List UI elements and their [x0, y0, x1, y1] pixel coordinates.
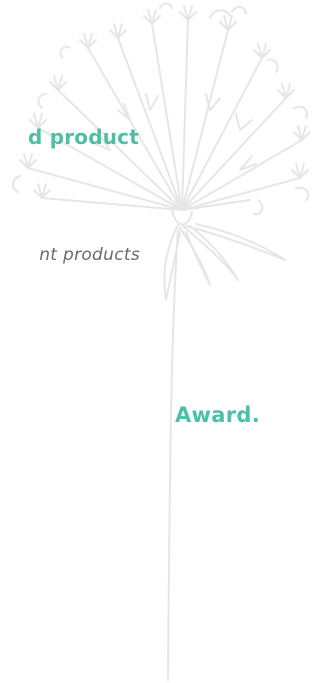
seed-curl [293, 105, 308, 119]
seed-tuft [253, 43, 271, 59]
award-label: Award. [175, 403, 260, 427]
dandelion-illustration [12, 2, 311, 681]
seed-curl [295, 186, 310, 201]
flower-leaf-far-right [185, 223, 286, 261]
seed-curl [253, 199, 264, 216]
seed-branch [145, 93, 159, 111]
seed-tuft [277, 83, 295, 99]
seed-tuft [79, 33, 97, 49]
flower-ray [181, 19, 189, 211]
subtitle-fragment: nt products [39, 245, 140, 265]
seed-tuft [143, 9, 161, 25]
flower-ray [57, 89, 183, 211]
seed-curl [209, 9, 231, 19]
seed-curl [267, 58, 279, 73]
seed-tuft [293, 125, 311, 141]
flower-leaf-mid [179, 227, 211, 286]
flower-leaf-right [181, 224, 239, 281]
seed-curl [159, 2, 173, 9]
seed-branch [239, 155, 257, 171]
seed-tuft [219, 15, 237, 31]
headline-fragment: d product [28, 125, 139, 149]
seed-curl [37, 93, 47, 109]
seed-tuft [109, 23, 127, 39]
flower-hub [171, 209, 193, 226]
flower-ray [41, 197, 183, 211]
flower-ray [117, 37, 183, 211]
seed-tuft [19, 153, 37, 169]
flower-stem [167, 229, 179, 681]
seed-branch [235, 113, 253, 131]
flower-ray [181, 199, 251, 211]
flower-ray [181, 57, 263, 211]
flower-ray [181, 29, 229, 211]
seed-branch [205, 93, 221, 111]
flower-leaf-left [163, 224, 181, 301]
seed-curl [12, 175, 21, 193]
seed-branch [117, 103, 131, 121]
flower-ray [181, 97, 287, 211]
flower-ray [181, 139, 303, 211]
flower-ray [27, 167, 183, 211]
seed-tuft [179, 5, 197, 21]
flower-ray [181, 177, 301, 211]
seed-tuft [49, 75, 67, 91]
seed-curl [59, 45, 71, 59]
flower-ray [151, 23, 183, 211]
seed-tuft [33, 183, 51, 199]
seed-curl [231, 6, 247, 15]
seed-tuft [291, 163, 309, 179]
